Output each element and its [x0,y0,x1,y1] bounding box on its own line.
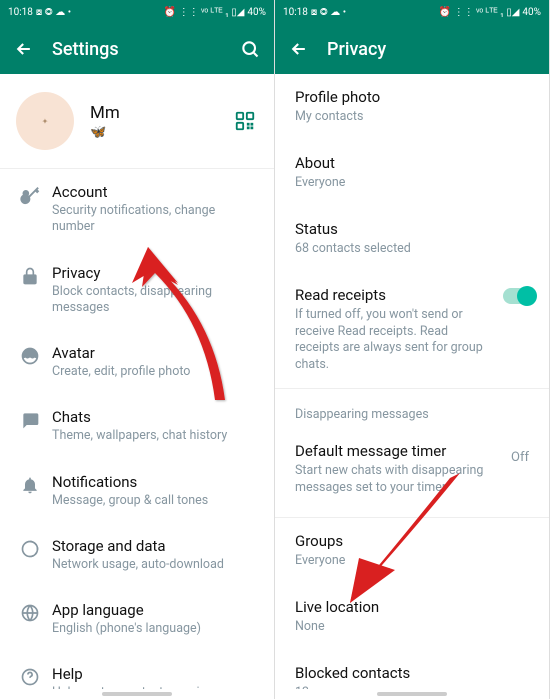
profile-sub: 🦋 [90,125,232,140]
privacy-content: Profile photo My contacts About Everyone… [275,74,549,689]
privacy-item-live-location[interactable]: Live location None [275,584,549,650]
data-icon [8,537,52,559]
search-button[interactable] [236,35,264,63]
status-icons-left: ⧇ ◎ ☁ • [311,7,346,18]
arrow-left-icon [289,39,309,59]
profile-row[interactable]: ✦ Mm 🦋 [0,74,274,168]
item-sub: 13 [295,685,529,689]
status-bar: 10:18 ⧇ ◎ ☁ • ⏰ ⋮⋮ ᵛᵒ ᴸᵀᴱ ₁ ▯◢ 40% [0,0,274,24]
settings-content: ✦ Mm 🦋 Account Security notifications, ch… [0,74,274,689]
item-title: Storage and data [52,537,258,555]
item-title: Profile photo [295,88,529,106]
nav-bar [0,689,274,699]
face-icon [8,344,52,366]
status-icons-left: ⧇ ◎ ☁ • [36,7,71,18]
search-icon [240,39,260,59]
item-title: Default message timer [295,442,529,460]
status-time: 10:18 [283,7,308,18]
settings-item-avatar[interactable]: Avatar Create, edit, profile photo [0,330,274,394]
item-title: App language [52,601,258,619]
status-time: 10:18 [8,7,33,18]
profile-name: Mm [90,103,232,123]
item-sub: None [295,619,529,636]
item-title: Live location [295,598,529,616]
status-battery: 40% [522,7,541,18]
item-sub: 68 contacts selected [295,241,529,258]
privacy-item-about[interactable]: About Everyone [275,140,549,206]
settings-item-help[interactable]: HelpHelp centre, contact us, privacy pol… [0,651,274,689]
settings-item-privacy[interactable]: Privacy Block contacts, disappearing mess… [0,250,274,331]
avatar: ✦ [16,92,74,150]
privacy-item-default-timer[interactable]: Default message timer Start new chats wi… [275,428,549,511]
qr-button[interactable] [232,108,258,134]
item-sub: If turned off, you won't send or receive… [295,307,529,375]
globe-icon [8,601,52,623]
item-sub: Security notifications, change number [52,203,258,236]
item-title: Avatar [52,344,258,362]
privacy-item-status[interactable]: Status 68 contacts selected [275,206,549,272]
status-icons-right: ⏰ ⋮⋮ ᵛᵒ ᴸᵀᴱ ₁ ▯◢ [164,7,245,18]
section-label: Disappearing messages [275,389,549,428]
item-title: Status [295,220,529,238]
privacy-item-read-receipts[interactable]: Read receipts If turned off, you won't s… [275,272,549,389]
item-sub: Theme, wallpapers, chat history [52,428,258,444]
chat-icon [8,408,52,430]
page-title: Settings [52,39,236,60]
item-sub: Everyone [295,175,529,192]
status-icons-right: ⏰ ⋮⋮ ᵛᵒ ᴸᵀᴱ ₁ ▯◢ [439,7,520,18]
item-title: Help [52,665,258,683]
privacy-screen: 10:18 ⧇ ◎ ☁ • ⏰ ⋮⋮ ᵛᵒ ᴸᵀᴱ ₁ ▯◢ 40% Priva… [275,0,550,699]
header: Privacy [275,24,549,74]
item-title: Notifications [52,473,258,491]
qr-icon [234,110,256,132]
item-title: Privacy [52,264,258,282]
bell-icon [8,473,52,495]
back-button[interactable] [10,35,38,63]
item-title: Chats [52,408,258,426]
settings-item-notifications[interactable]: Notifications Message, group & call tones [0,459,274,523]
item-title: About [295,154,529,172]
item-sub: Start new chats with disappearing messag… [295,463,529,497]
item-title: Blocked contacts [295,664,529,682]
item-title: Account [52,183,258,201]
status-battery: 40% [247,7,266,18]
item-sub: Block contacts, disappearing messages [52,284,258,317]
privacy-item-groups[interactable]: Groups Everyone [275,518,549,584]
item-title: Read receipts [295,286,529,304]
nav-bar [275,689,549,699]
item-sub: Everyone [295,553,529,570]
timer-value: Off [511,450,529,465]
settings-screen: 10:18 ⧇ ◎ ☁ • ⏰ ⋮⋮ ᵛᵒ ᴸᵀᴱ ₁ ▯◢ 40% Setti… [0,0,275,699]
page-title: Privacy [327,39,539,60]
status-bar: 10:18 ⧇ ◎ ☁ • ⏰ ⋮⋮ ᵛᵒ ᴸᵀᴱ ₁ ▯◢ 40% [275,0,549,24]
key-icon [8,183,52,205]
settings-item-storage[interactable]: Storage and data Network usage, auto-down… [0,523,274,587]
read-receipts-toggle[interactable] [503,288,535,304]
help-icon [8,665,52,687]
settings-item-chats[interactable]: Chats Theme, wallpapers, chat history [0,394,274,458]
header: Settings [0,24,274,74]
item-sub: Network usage, auto-download [52,557,258,573]
arrow-left-icon [14,39,34,59]
item-title: Groups [295,532,529,550]
item-sub: English (phone's language) [52,621,258,637]
privacy-item-blocked-contacts[interactable]: Blocked contacts 13 [275,650,549,689]
item-sub: Create, edit, profile photo [52,364,258,380]
item-sub: My contacts [295,109,529,126]
item-sub: Message, group & call tones [52,493,258,509]
settings-item-language[interactable]: App language English (phone's language) [0,587,274,651]
lock-icon [8,264,52,286]
privacy-item-profile-photo[interactable]: Profile photo My contacts [275,74,549,140]
back-button[interactable] [285,35,313,63]
settings-item-account[interactable]: Account Security notifications, change nu… [0,169,274,250]
